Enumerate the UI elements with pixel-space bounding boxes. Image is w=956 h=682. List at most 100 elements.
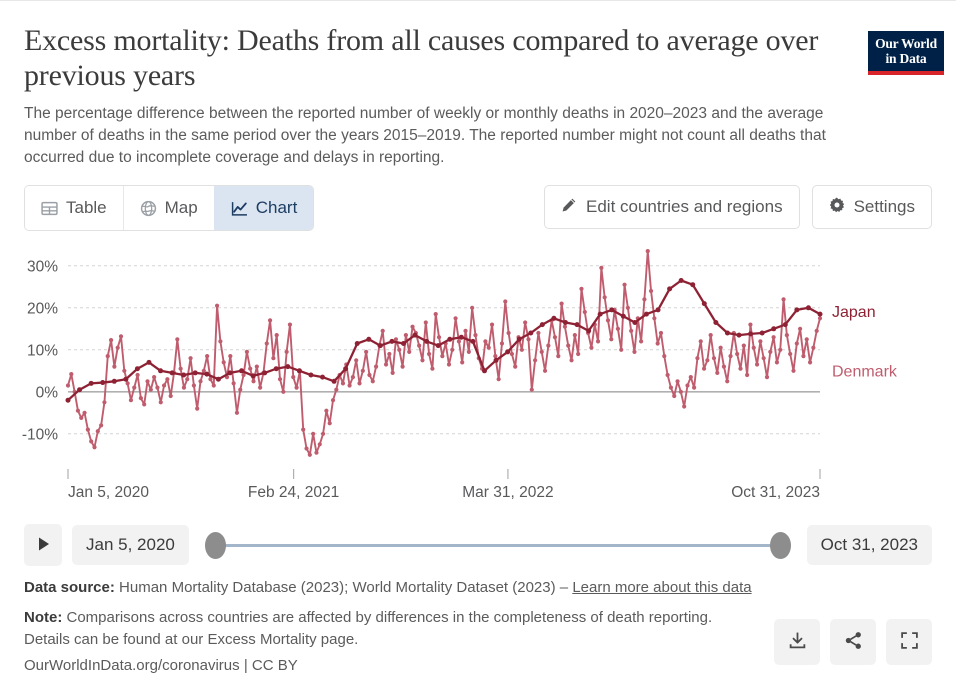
data-point xyxy=(417,343,422,348)
data-point xyxy=(145,379,150,384)
data-point xyxy=(262,370,268,376)
tab-map[interactable]: Map xyxy=(122,186,214,230)
data-point xyxy=(440,354,445,359)
data-point xyxy=(559,301,564,306)
data-point xyxy=(192,370,198,376)
data-point xyxy=(738,366,743,371)
slider-track[interactable] xyxy=(214,543,781,547)
data-point xyxy=(784,333,789,338)
data-point xyxy=(446,362,452,367)
timeline-slider[interactable] xyxy=(204,524,791,566)
data-point xyxy=(481,368,487,374)
data-point xyxy=(277,377,283,382)
data-point xyxy=(725,379,730,384)
data-point xyxy=(185,377,190,382)
chart-subtitle: The percentage difference between the re… xyxy=(24,104,826,166)
learn-more-link[interactable]: Learn more about this data xyxy=(572,579,751,596)
data-point xyxy=(152,375,157,380)
download-button[interactable] xyxy=(774,619,820,665)
data-point xyxy=(665,372,670,378)
data-point xyxy=(748,331,754,337)
data-point xyxy=(586,328,592,334)
data-point xyxy=(128,398,134,403)
data-point xyxy=(400,364,405,369)
data-point xyxy=(619,347,624,352)
data-point xyxy=(155,385,160,390)
data-point xyxy=(632,320,638,325)
data-point xyxy=(450,347,455,352)
data-point xyxy=(652,316,657,321)
data-point xyxy=(208,377,213,382)
owid-logo[interactable]: Our World in Data xyxy=(868,31,944,76)
data-point xyxy=(781,297,786,302)
data-point xyxy=(609,337,614,342)
data-point xyxy=(721,364,727,369)
data-point xyxy=(314,450,319,455)
data-point xyxy=(231,381,236,386)
share-button[interactable] xyxy=(830,619,876,665)
settings-button[interactable]: Settings xyxy=(811,185,932,229)
download-icon xyxy=(788,631,807,653)
data-point xyxy=(115,345,120,350)
data-point xyxy=(88,380,94,386)
data-point xyxy=(622,282,627,287)
data-point xyxy=(366,336,372,342)
data-point xyxy=(436,335,442,340)
data-point xyxy=(95,429,100,434)
tab-table[interactable]: Table xyxy=(25,186,123,230)
data-point xyxy=(142,402,147,407)
data-point xyxy=(227,370,233,376)
data-point xyxy=(572,333,577,338)
data-point xyxy=(79,415,84,420)
data-point xyxy=(814,328,819,333)
data-point xyxy=(711,356,717,361)
edit-countries-button[interactable]: Edit countries and regions xyxy=(544,185,800,229)
data-point xyxy=(307,452,312,457)
data-point xyxy=(238,387,243,392)
slider-handle-start[interactable] xyxy=(204,531,226,559)
data-point xyxy=(688,375,693,380)
data-point xyxy=(523,320,528,325)
chart-plot-area[interactable]: -10% 0% 10% 20% 30% Denmark Japan Jan 5, 2020 Fe… xyxy=(0,237,956,509)
data-point xyxy=(748,322,753,327)
data-point xyxy=(668,385,674,390)
data-point xyxy=(788,351,793,357)
data-point xyxy=(357,381,362,386)
data-point xyxy=(645,249,650,254)
data-point xyxy=(460,360,465,365)
data-point xyxy=(509,351,515,357)
data-point xyxy=(708,333,713,338)
timeline-controls: Jan 5, 2020 Oct 31, 2023 xyxy=(24,521,932,569)
data-point xyxy=(609,307,615,313)
data-point xyxy=(662,354,667,359)
slider-handle-end[interactable] xyxy=(769,531,791,559)
data-point xyxy=(254,364,259,369)
data-point xyxy=(526,337,531,342)
fullscreen-button[interactable] xyxy=(886,619,932,665)
x-axis-tick-label: Mar 31, 2022 xyxy=(462,484,553,501)
data-point xyxy=(423,320,428,325)
data-point xyxy=(274,333,279,338)
data-point xyxy=(433,312,438,317)
data-point xyxy=(125,381,130,386)
data-point xyxy=(741,343,746,348)
excess-mortality-line-chart[interactable]: -10% 0% 10% 20% 30% Denmark Japan Jan 5, 2020 Fe… xyxy=(0,237,956,509)
data-point xyxy=(678,389,683,394)
data-point xyxy=(364,349,369,354)
data-point xyxy=(576,351,581,357)
data-point xyxy=(301,427,306,432)
tab-chart[interactable]: Chart xyxy=(213,186,314,230)
data-point xyxy=(764,375,770,380)
data-point xyxy=(782,322,788,328)
data-point xyxy=(165,377,170,382)
data-point xyxy=(178,366,183,371)
series-line-japan xyxy=(66,279,822,402)
timeline-start-date[interactable]: Jan 5, 2020 xyxy=(72,525,189,565)
data-point xyxy=(308,372,314,378)
data-point xyxy=(347,383,352,388)
data-point xyxy=(463,328,468,333)
data-point xyxy=(389,338,395,344)
timeline-end-date[interactable]: Oct 31, 2023 xyxy=(806,525,932,565)
data-point xyxy=(678,278,684,283)
play-button[interactable] xyxy=(24,524,62,566)
